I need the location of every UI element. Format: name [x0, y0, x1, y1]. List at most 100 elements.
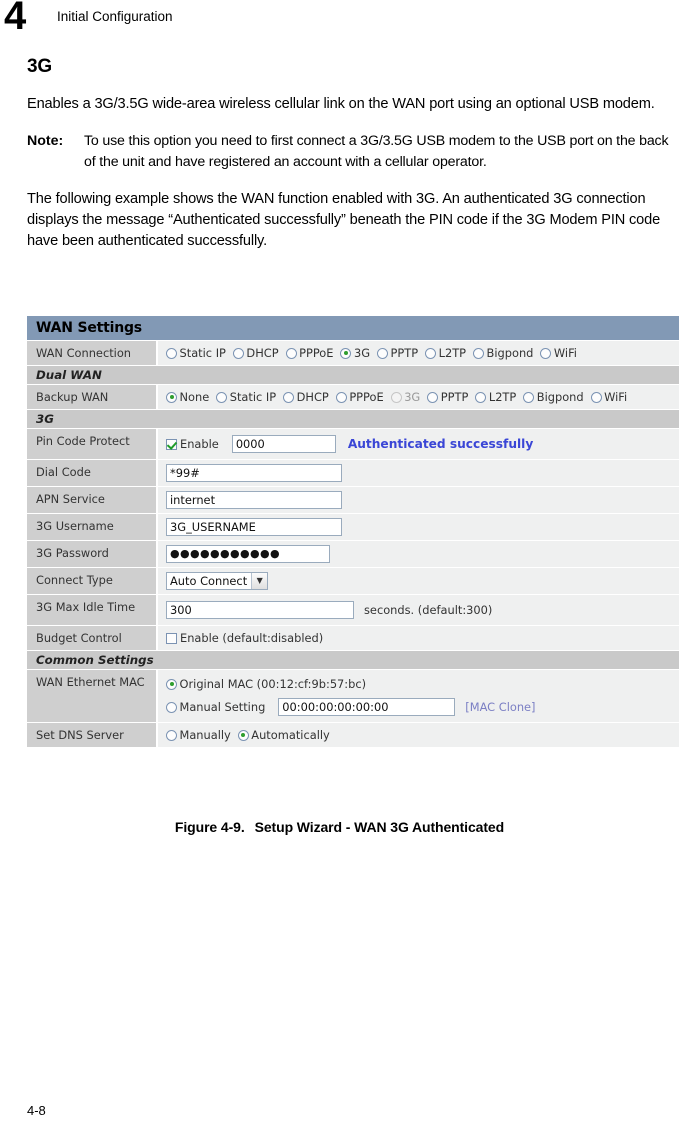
radio-label: Manual Setting	[179, 700, 266, 714]
radio-icon	[166, 729, 177, 741]
3g-password-input[interactable]: ●●●●●●●●●●●	[166, 545, 330, 563]
radio-original-mac[interactable]: Original MAC (00:12:cf:9b:57:bc)	[166, 676, 366, 692]
row-max-idle-time: 3G Max Idle Time 300 seconds. (default:3…	[27, 595, 679, 626]
connect-type-selected-value: Auto Connect	[170, 574, 248, 588]
radio-label: WiFi	[553, 346, 577, 360]
manual-mac-line: Manual Setting 00:00:00:00:00:00 [MAC Cl…	[166, 698, 679, 716]
label-apn-service: APN Service	[27, 487, 158, 513]
radio-backup-dhcp[interactable]: DHCP	[283, 389, 329, 405]
radio-label: L2TP	[488, 390, 517, 404]
apn-service-input[interactable]: internet	[166, 491, 342, 509]
radio-label: None	[179, 390, 210, 404]
row-3g-username: 3G Username 3G_USERNAME	[27, 514, 679, 541]
radio-icon	[377, 347, 389, 359]
note-label: Note:	[27, 133, 64, 149]
radio-icon	[523, 391, 535, 403]
label-connect-type: Connect Type	[27, 568, 158, 594]
radio-wan-wifi[interactable]: WiFi	[540, 345, 577, 361]
radio-wan-static-ip[interactable]: Static IP	[166, 345, 226, 361]
radio-label: PPPoE	[299, 346, 334, 360]
radio-label: Bigpond	[536, 390, 584, 404]
example-paragraph: The following example shows the WAN func…	[27, 191, 661, 249]
checkbox-pin-enable[interactable]: Enable	[166, 436, 219, 452]
radio-wan-l2tp[interactable]: L2TP	[425, 345, 466, 361]
intro-paragraph: Enables a 3G/3.5G wide-area wireless cel…	[27, 96, 655, 112]
radio-backup-bigpond[interactable]: Bigpond	[523, 389, 584, 405]
radio-label: Original MAC (00:12:cf:9b:57:bc)	[179, 677, 367, 691]
page-title: 3G	[27, 56, 52, 77]
manual-mac-input[interactable]: 00:00:00:00:00:00	[278, 698, 456, 716]
row-budget-control: Budget Control Enable (default:disabled)	[27, 626, 679, 651]
dial-code-input[interactable]: *99#	[166, 464, 342, 482]
max-idle-time-hint: seconds. (default:300)	[364, 603, 493, 617]
radio-wan-pptp[interactable]: PPTP	[377, 345, 418, 361]
checkbox-icon	[166, 632, 177, 644]
page-running-header: 4 Initial Configuration	[0, 0, 679, 40]
radio-icon	[232, 347, 244, 359]
original-mac-line: Original MAC (00:12:cf:9b:57:bc)	[166, 676, 679, 692]
checkbox-label: Enable	[180, 437, 219, 451]
chapter-number: 4	[4, 0, 26, 38]
value-dial-code: *99#	[158, 460, 679, 486]
row-connect-type: Connect Type Auto Connect ▼	[27, 568, 679, 595]
row-3g-password: 3G Password ●●●●●●●●●●●	[27, 541, 679, 568]
label-dial-code: Dial Code	[27, 460, 158, 486]
panel-title: WAN Settings	[27, 316, 679, 341]
figure-caption: Figure 4-9. Setup Wizard - WAN 3G Authent…	[0, 819, 679, 835]
label-wan-ethernet-mac: WAN Ethernet MAC	[27, 670, 158, 722]
radio-label: L2TP	[438, 346, 467, 360]
radio-backup-wifi[interactable]: WiFi	[590, 389, 627, 405]
chevron-down-icon: ▼	[251, 573, 268, 589]
value-apn-service: internet	[158, 487, 679, 513]
radio-backup-pptp[interactable]: PPTP	[427, 389, 468, 405]
section-header-dual-wan: Dual WAN	[27, 366, 679, 385]
figure-number: Figure 4-9.	[174, 819, 245, 835]
mac-clone-link[interactable]: [MAC Clone]	[465, 699, 535, 715]
section-header-3g: 3G	[27, 410, 679, 429]
value-budget-control: Enable (default:disabled)	[158, 626, 679, 650]
radio-manual-setting[interactable]: Manual Setting	[166, 699, 265, 715]
radio-wan-dhcp[interactable]: DHCP	[232, 345, 279, 361]
max-idle-time-input[interactable]: 300	[166, 601, 354, 619]
section-header-common-settings: Common Settings	[27, 651, 679, 670]
row-wan-ethernet-mac: WAN Ethernet MAC Original MAC (00:12:cf:…	[27, 670, 679, 723]
value-backup-wan: None Static IP DHCP PPPoE 3G PPTP L2TP B…	[158, 385, 679, 409]
checkbox-budget-enable[interactable]: Enable (default:disabled)	[166, 630, 323, 646]
label-budget-control: Budget Control	[27, 626, 158, 650]
row-wan-connection: WAN Connection Static IP DHCP PPPoE 3G P…	[27, 341, 679, 366]
row-pin-code-protect: Pin Code Protect Enable 0000 Authenticat…	[27, 429, 679, 460]
radio-label: Bigpond	[486, 346, 534, 360]
radio-icon	[427, 391, 439, 403]
radio-backup-l2tp[interactable]: L2TP	[475, 389, 516, 405]
note-text: To use this option you need to first con…	[84, 133, 669, 170]
checkmark-icon	[166, 438, 177, 450]
radio-label: PPPoE	[349, 390, 384, 404]
radio-label: 3G	[404, 390, 421, 404]
radio-dns-manually[interactable]: Manually	[166, 727, 231, 743]
page-footer: 4-8	[27, 1103, 46, 1118]
radio-backup-pppoe[interactable]: PPPoE	[335, 389, 384, 405]
radio-label: DHCP	[296, 390, 329, 404]
radio-wan-3g[interactable]: 3G	[340, 345, 370, 361]
3g-username-input[interactable]: 3G_USERNAME	[166, 518, 342, 536]
value-pin-code-protect: Enable 0000 Authenticated successfully	[158, 429, 679, 459]
pin-code-input[interactable]: 0000	[231, 435, 336, 453]
radio-wan-bigpond[interactable]: Bigpond	[473, 345, 533, 361]
radio-label: Static IP	[229, 390, 277, 404]
value-3g-password: ●●●●●●●●●●●	[158, 541, 679, 567]
radio-wan-pppoe[interactable]: PPPoE	[285, 345, 334, 361]
radio-label: DHCP	[246, 346, 279, 360]
radio-icon	[283, 391, 295, 403]
radio-backup-static-ip[interactable]: Static IP	[216, 389, 276, 405]
radio-dns-automatically[interactable]: Automatically	[237, 727, 330, 743]
radio-icon	[335, 391, 347, 403]
row-backup-wan: Backup WAN None Static IP DHCP PPPoE 3G …	[27, 385, 679, 410]
figure-caption-text: Setup Wizard - WAN 3G Authenticated	[254, 819, 505, 835]
radio-icon	[285, 347, 297, 359]
label-3g-password: 3G Password	[27, 541, 158, 567]
label-wan-connection: WAN Connection	[27, 341, 158, 365]
chapter-title: Initial Configuration	[57, 9, 173, 24]
connect-type-select[interactable]: Auto Connect ▼	[166, 572, 269, 590]
radio-backup-none[interactable]: None	[166, 389, 209, 405]
row-dial-code: Dial Code *99#	[27, 460, 679, 487]
